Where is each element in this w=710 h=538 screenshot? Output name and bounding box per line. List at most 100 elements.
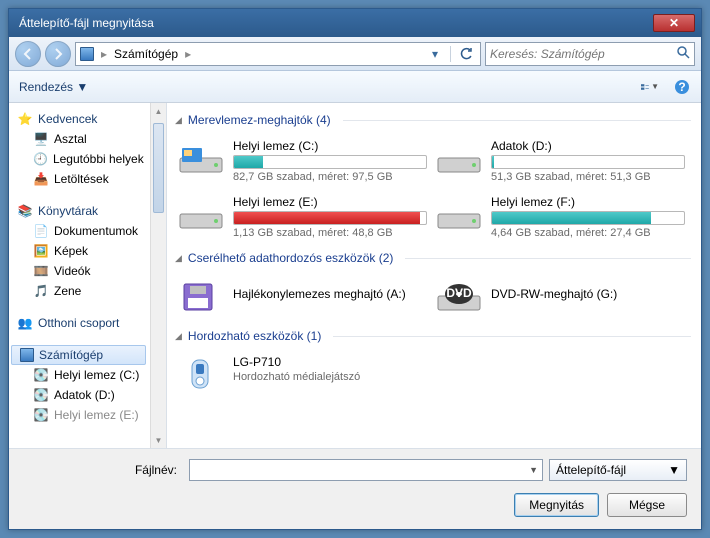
sidebar-item-videos[interactable]: 🎞️Videók bbox=[9, 261, 148, 281]
svg-text:?: ? bbox=[678, 80, 685, 94]
device-sub: Hordozható médialejátszó bbox=[233, 371, 427, 383]
capacity-bar bbox=[491, 155, 685, 169]
sidebar-item-drive-c[interactable]: 💽Helyi lemez (C:) bbox=[9, 365, 148, 385]
back-button[interactable] bbox=[15, 41, 41, 67]
drive-dvd[interactable]: DVD DVD-RW-meghajtó (G:) bbox=[431, 271, 689, 323]
hdd-icon bbox=[177, 139, 225, 179]
dropdown-icon[interactable]: ▼ bbox=[529, 465, 538, 475]
star-icon: ⭐ bbox=[17, 111, 33, 127]
sidebar-favorites[interactable]: ⭐Kedvencek bbox=[9, 109, 148, 129]
collapse-icon[interactable]: ◢ bbox=[175, 115, 182, 126]
floppy-icon bbox=[177, 277, 225, 317]
cancel-button[interactable]: Mégse bbox=[607, 493, 687, 517]
help-button[interactable]: ? bbox=[673, 78, 691, 96]
drive-label: Helyi lemez (F:) bbox=[491, 195, 685, 209]
collapse-icon[interactable]: ◢ bbox=[175, 331, 182, 342]
filename-input[interactable]: ▼ bbox=[189, 459, 543, 481]
collapse-icon[interactable]: ◢ bbox=[175, 253, 182, 264]
drive-label: Hajlékonylemezes meghajtó (A:) bbox=[233, 287, 427, 301]
drive-e[interactable]: Helyi lemez (E:) 1,13 GB szabad, méret: 4… bbox=[173, 189, 431, 245]
libraries-icon: 📚 bbox=[17, 203, 33, 219]
group-removable[interactable]: ◢Cserélhető adathordozós eszközök (2) bbox=[173, 245, 691, 271]
search-input[interactable] bbox=[490, 47, 676, 61]
arrow-right-icon bbox=[52, 48, 64, 60]
chevron-right-icon[interactable]: ▸ bbox=[182, 47, 194, 61]
sidebar-item-recent[interactable]: 🕘Legutóbbi helyek bbox=[9, 149, 148, 169]
toolbar: Rendezés ▼ ▼ ? bbox=[9, 71, 701, 103]
chevron-right-icon[interactable]: ▸ bbox=[98, 47, 110, 61]
drive-icon: 💽 bbox=[33, 387, 49, 403]
titlebar[interactable]: Áttelepítő-fájl megnyitása ✕ bbox=[9, 9, 701, 37]
videos-icon: 🎞️ bbox=[33, 263, 49, 279]
device-label: LG-P710 bbox=[233, 355, 427, 369]
address-bar[interactable]: ▸ Számítógép ▸ ▾ bbox=[75, 42, 481, 66]
hdd-icon bbox=[177, 195, 225, 235]
drive-floppy[interactable]: Hajlékonylemezes meghajtó (A:) bbox=[173, 271, 431, 323]
footer: Fájlnév: ▼ Áttelepítő-fájl▼ Megnyitás Mé… bbox=[9, 448, 701, 529]
scroll-thumb[interactable] bbox=[153, 123, 164, 213]
sidebar-item-drive-e[interactable]: 💽Helyi lemez (E:) bbox=[9, 405, 148, 425]
homegroup-icon: 👥 bbox=[17, 315, 33, 331]
nav-pane[interactable]: ⭐Kedvencek 🖥️Asztal 🕘Legutóbbi helyek 📥L… bbox=[9, 103, 167, 448]
sidebar-item-documents[interactable]: 📄Dokumentumok bbox=[9, 221, 148, 241]
sidebar-item-downloads[interactable]: 📥Letöltések bbox=[9, 169, 148, 189]
svg-text:DVD: DVD bbox=[446, 286, 472, 300]
drive-stat: 51,3 GB szabad, méret: 51,3 GB bbox=[491, 171, 685, 183]
drive-label: Adatok (D:) bbox=[491, 139, 685, 153]
device-lg[interactable]: LG-P710 Hordozható médialejátszó bbox=[173, 349, 431, 401]
media-player-icon bbox=[177, 355, 225, 395]
sidebar-homegroup[interactable]: 👥Otthoni csoport bbox=[9, 313, 148, 333]
forward-button[interactable] bbox=[45, 41, 71, 67]
hdd-icon bbox=[435, 195, 483, 235]
capacity-bar bbox=[233, 155, 427, 169]
dropdown-icon[interactable]: ▼ bbox=[668, 463, 680, 477]
search-box[interactable] bbox=[485, 42, 695, 66]
refresh-icon[interactable] bbox=[456, 44, 476, 64]
group-portable[interactable]: ◢Hordozható eszközök (1) bbox=[173, 323, 691, 349]
drive-stat: 4,64 GB szabad, méret: 27,4 GB bbox=[491, 227, 685, 239]
drive-label: DVD-RW-meghajtó (G:) bbox=[491, 287, 685, 301]
nav-bar: ▸ Számítógép ▸ ▾ bbox=[9, 37, 701, 71]
recent-icon: 🕘 bbox=[33, 151, 48, 167]
sidebar-item-pictures[interactable]: 🖼️Képek bbox=[9, 241, 148, 261]
desktop-icon: 🖥️ bbox=[33, 131, 49, 147]
open-dialog: Áttelepítő-fájl megnyitása ✕ ▸ Számítógé… bbox=[8, 8, 702, 530]
capacity-bar bbox=[491, 211, 685, 225]
scroll-up-icon[interactable]: ▲ bbox=[151, 103, 166, 119]
group-hdd[interactable]: ◢Merevlemez-meghajtók (4) bbox=[173, 107, 691, 133]
history-dropdown-icon[interactable]: ▾ bbox=[425, 44, 445, 64]
sidebar-libraries[interactable]: 📚Könyvtárak bbox=[9, 201, 148, 221]
close-button[interactable]: ✕ bbox=[653, 14, 695, 32]
filetype-combo[interactable]: Áttelepítő-fájl▼ bbox=[549, 459, 687, 481]
drive-stat: 1,13 GB szabad, méret: 48,8 GB bbox=[233, 227, 427, 239]
sidebar-scrollbar[interactable]: ▲ ▼ bbox=[150, 103, 166, 448]
arrow-left-icon bbox=[22, 48, 34, 60]
body: ⭐Kedvencek 🖥️Asztal 🕘Legutóbbi helyek 📥L… bbox=[9, 103, 701, 448]
drive-label: Helyi lemez (C:) bbox=[233, 139, 427, 153]
drive-c[interactable]: Helyi lemez (C:) 82,7 GB szabad, méret: 9… bbox=[173, 133, 431, 189]
sidebar-item-desktop[interactable]: 🖥️Asztal bbox=[9, 129, 148, 149]
organize-menu[interactable]: Rendezés ▼ bbox=[19, 80, 88, 94]
sidebar-computer[interactable]: Számítógép bbox=[11, 345, 146, 365]
music-icon: 🎵 bbox=[33, 283, 49, 299]
document-icon: 📄 bbox=[33, 223, 49, 239]
scroll-down-icon[interactable]: ▼ bbox=[151, 432, 166, 448]
window-title: Áttelepítő-fájl megnyitása bbox=[15, 16, 653, 30]
drive-f[interactable]: Helyi lemez (F:) 4,64 GB szabad, méret: 2… bbox=[431, 189, 689, 245]
breadcrumb-root[interactable]: Számítógép bbox=[114, 47, 178, 61]
drive-icon: 💽 bbox=[33, 367, 49, 383]
sidebar-item-drive-d[interactable]: 💽Adatok (D:) bbox=[9, 385, 148, 405]
open-button[interactable]: Megnyitás bbox=[514, 493, 599, 517]
downloads-icon: 📥 bbox=[33, 171, 49, 187]
file-view[interactable]: ◢Merevlemez-meghajtók (4) Helyi lemez (C… bbox=[167, 103, 701, 448]
drive-stat: 82,7 GB szabad, méret: 97,5 GB bbox=[233, 171, 427, 183]
drive-d[interactable]: Adatok (D:) 51,3 GB szabad, méret: 51,3 G… bbox=[431, 133, 689, 189]
computer-icon bbox=[80, 47, 94, 61]
pictures-icon: 🖼️ bbox=[33, 243, 49, 259]
drive-label: Helyi lemez (E:) bbox=[233, 195, 427, 209]
filename-label: Fájlnév: bbox=[23, 463, 183, 477]
sidebar-item-music[interactable]: 🎵Zene bbox=[9, 281, 148, 301]
drive-icon: 💽 bbox=[33, 407, 49, 423]
view-mode-button[interactable]: ▼ bbox=[641, 78, 659, 96]
search-icon[interactable] bbox=[676, 45, 690, 62]
